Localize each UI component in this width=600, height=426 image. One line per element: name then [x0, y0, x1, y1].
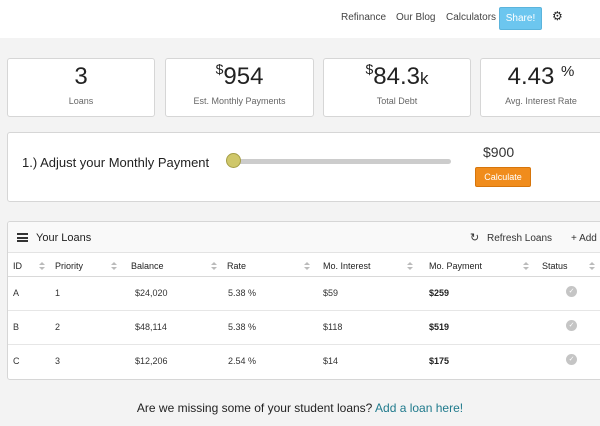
total-debt-value: $84.3k [324, 61, 470, 91]
check-icon: ✓ [566, 320, 577, 331]
cell-priority: 2 [55, 322, 61, 332]
refresh-icon[interactable]: ↻ [470, 231, 479, 244]
debt-amount: 84.3 [373, 63, 420, 90]
currency-symbol: $ [215, 61, 224, 77]
calculate-button[interactable]: Calculate [475, 167, 531, 187]
monthly-payments-value: $954 [166, 61, 313, 91]
cell-balance: $12,206 [135, 356, 168, 366]
table-row[interactable]: C 3 $12,206 2.54 % $14 $175 ✓ [8, 345, 600, 379]
cell-rate: 5.38 % [228, 322, 257, 332]
interest-rate-label: Avg. Interest Rate [505, 96, 577, 106]
share-button[interactable]: Share! [499, 7, 542, 30]
missing-loans-question: Are we missing some of your student loan… [136, 401, 373, 415]
loans-count-label: Loans [68, 96, 94, 106]
loans-header: Your Loans ↻ Refresh Loans + Add a [8, 222, 600, 253]
cell-mo-payment: $519 [429, 322, 450, 332]
currency-symbol: $ [365, 61, 374, 77]
column-header-priority[interactable]: Priority [55, 261, 83, 271]
monthly-amount: 954 [223, 63, 264, 90]
list-icon [17, 233, 28, 242]
payment-slider-handle[interactable] [226, 153, 241, 168]
cell-id: B [13, 322, 20, 332]
monthly-payments-label: Est. Monthly Payments [193, 96, 286, 106]
loans-count: 3 [74, 63, 88, 90]
stat-card-monthly: $954 Est. Monthly Payments [165, 58, 314, 117]
stat-card-debt: $84.3k Total Debt [323, 58, 471, 117]
sort-icon[interactable] [589, 262, 595, 270]
adjust-payment-panel: 1.) Adjust your Monthly Payment $900 Cal… [7, 132, 600, 202]
cell-id: A [13, 288, 20, 298]
table-row[interactable]: B 2 $48,114 5.38 % $118 $519 ✓ [8, 311, 600, 345]
column-header-status[interactable]: Status [542, 261, 568, 271]
cell-balance: $24,020 [135, 288, 168, 298]
sort-icon[interactable] [304, 262, 310, 270]
nav-link-refinance[interactable]: Refinance [341, 12, 386, 23]
stat-card-rate: 4.43 % Avg. Interest Rate [480, 58, 600, 117]
nav-link-calculators[interactable]: Calculators [446, 12, 496, 23]
cell-mo-interest: $118 [323, 322, 343, 332]
loans-title: Your Loans [36, 232, 92, 244]
sort-icon[interactable] [111, 262, 117, 270]
check-icon: ✓ [566, 286, 577, 297]
column-header-rate[interactable]: Rate [227, 261, 246, 271]
column-header-mo-interest[interactable]: Mo. Interest [323, 261, 371, 271]
adjust-payment-title: 1.) Adjust your Monthly Payment [22, 155, 210, 170]
column-header-id[interactable]: ID [13, 261, 22, 271]
total-debt-label: Total Debt [376, 96, 418, 106]
cell-priority: 1 [55, 288, 61, 298]
loans-panel: Your Loans ↻ Refresh Loans + Add a ID Pr… [7, 221, 600, 380]
table-row[interactable]: A 1 $24,020 5.38 % $59 $259 ✓ [8, 277, 600, 311]
cell-mo-interest: $14 [323, 356, 339, 366]
check-icon: ✓ [566, 354, 577, 365]
payment-amount: $900 [483, 144, 515, 160]
add-loan-link[interactable]: Add a loan here! [375, 401, 463, 415]
debt-unit: k [420, 69, 429, 88]
cell-rate: 5.38 % [228, 288, 257, 298]
cell-mo-payment: $259 [429, 288, 450, 298]
missing-loans-prompt: Are we missing some of your student loan… [0, 401, 600, 415]
cell-id: C [13, 356, 20, 366]
interest-rate-value: 4.43 % [481, 63, 600, 91]
cell-rate: 2.54 % [228, 356, 257, 366]
sort-icon[interactable] [407, 262, 413, 270]
column-header-balance[interactable]: Balance [131, 261, 164, 271]
cell-balance: $48,114 [135, 322, 167, 332]
nav-link-blog[interactable]: Our Blog [396, 12, 435, 23]
cell-priority: 3 [55, 356, 61, 366]
add-loan-button[interactable]: + Add a [571, 233, 600, 244]
refresh-loans-button[interactable]: Refresh Loans [487, 233, 552, 244]
top-nav: Refinance Our Blog Calculators Share! ⚙ [0, 0, 600, 38]
payment-slider-track[interactable] [233, 159, 451, 164]
cell-mo-interest: $59 [323, 288, 339, 298]
rate-unit: % [561, 63, 575, 80]
sort-icon[interactable] [523, 262, 529, 270]
cell-mo-payment: $175 [429, 356, 450, 366]
gear-icon[interactable]: ⚙ [552, 9, 564, 23]
column-header-mo-payment[interactable]: Mo. Payment [429, 261, 482, 271]
sort-icon[interactable] [39, 262, 45, 270]
stat-card-loans: 3 Loans [7, 58, 155, 117]
rate-amount: 4.43 [507, 63, 555, 90]
sort-icon[interactable] [211, 262, 217, 270]
